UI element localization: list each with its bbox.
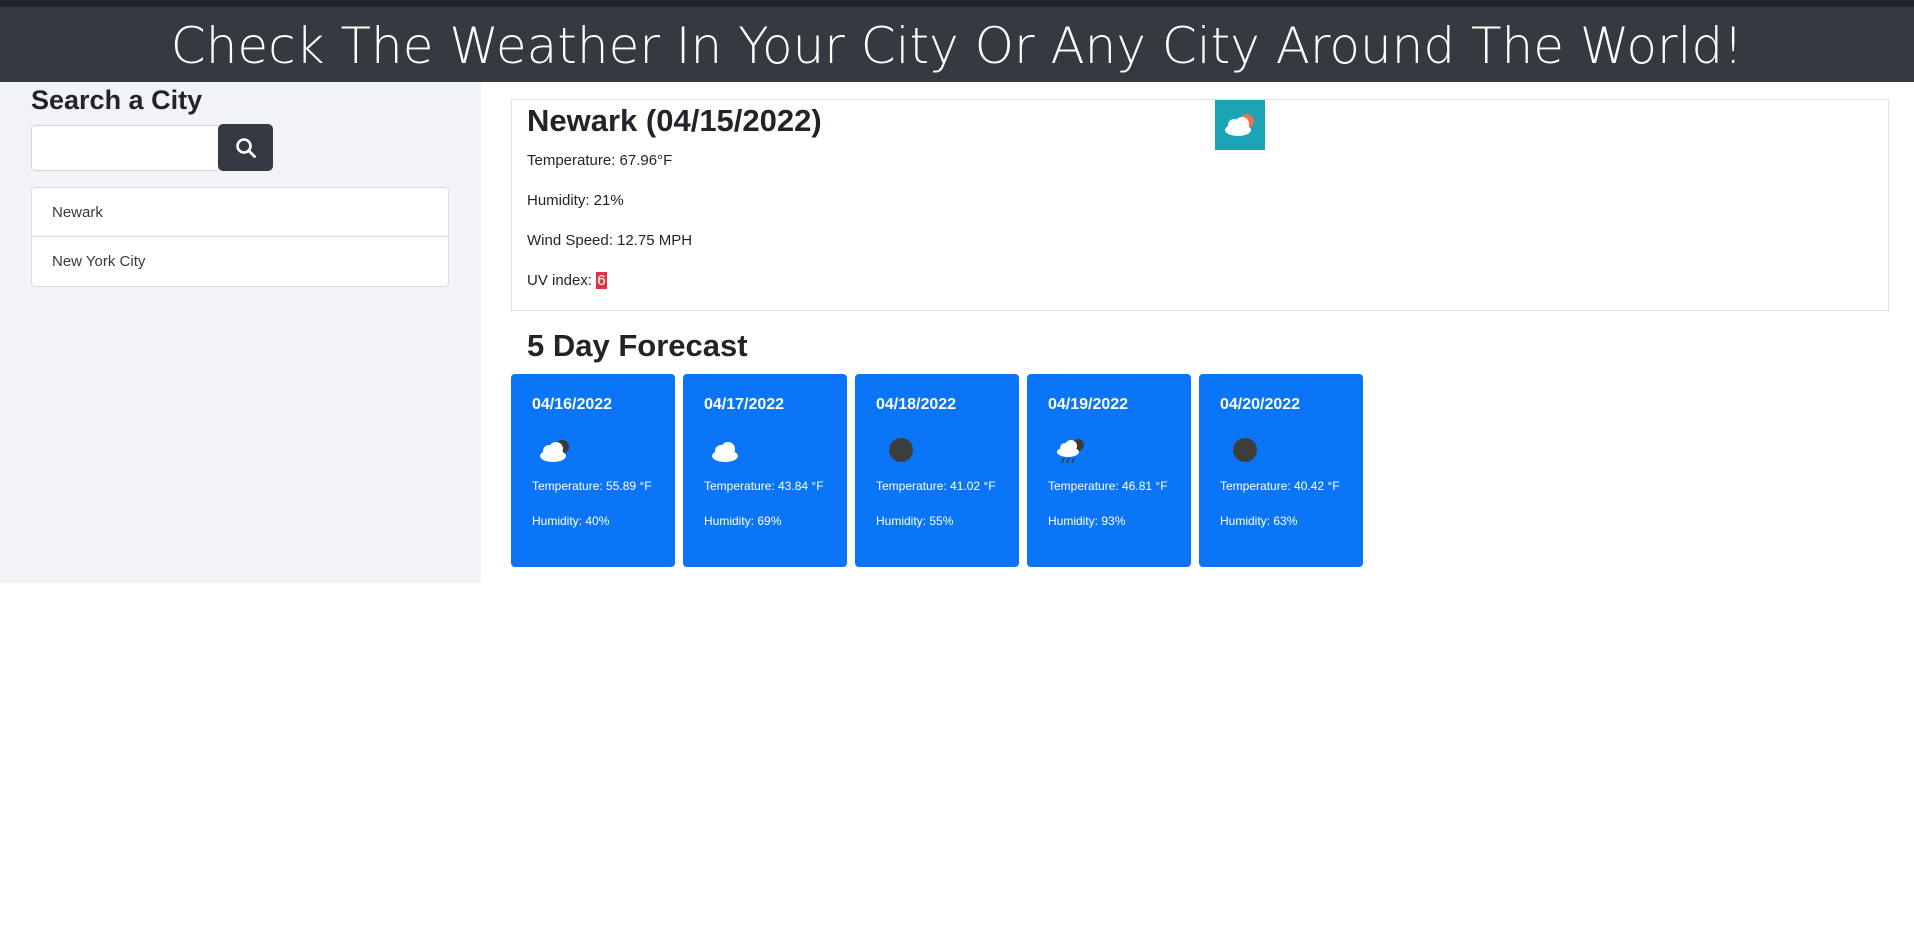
forecast-humidity: Humidity: 93% <box>1048 514 1126 528</box>
history-item-newark[interactable]: Newark <box>31 187 449 237</box>
forecast-date: 04/20/2022 <box>1220 396 1301 413</box>
uv-label: UV index: <box>527 272 597 289</box>
current-temperature: Temperature: 67.96°F <box>527 152 673 169</box>
rain-cloud-icon <box>1057 439 1084 464</box>
moon-icon <box>889 438 913 462</box>
history-item-label: Newark <box>52 203 103 221</box>
search-input[interactable] <box>31 125 218 171</box>
forecast-humidity: Humidity: 63% <box>1220 514 1298 528</box>
history-item-new-york-city[interactable]: New York City <box>31 237 449 287</box>
forecast-date: 04/18/2022 <box>876 396 957 413</box>
search-icon <box>235 137 256 158</box>
forecast-card: 04/19/2022 Temperature: 46.81 °F Humidit… <box>1027 374 1191 567</box>
forecast-card: 04/18/2022 Temperature: 41.02 °F Humidit… <box>855 374 1019 567</box>
cloud-sun-icon <box>1225 114 1254 136</box>
forecast-temperature: Temperature: 40.42 °F <box>1220 479 1340 493</box>
forecast-title: 5 Day Forecast <box>527 328 748 363</box>
forecast-card: 04/17/2022 Temperature: 43.84 °F Humidit… <box>683 374 847 567</box>
page-header: Check The Weather In Your City Or Any Ci… <box>0 0 1914 82</box>
forecast-temperature: Temperature: 43.84 °F <box>704 479 824 493</box>
forecast-date: 04/17/2022 <box>704 396 785 413</box>
forecast-temperature: Temperature: 41.02 °F <box>876 479 996 493</box>
forecast-temperature: Temperature: 46.81 °F <box>1048 479 1168 493</box>
sidebar: Search a City Newark New York City <box>0 82 481 583</box>
current-humidity: Humidity: 21% <box>527 192 624 209</box>
current-weather-icon <box>1215 100 1265 150</box>
forecast-humidity: Humidity: 40% <box>532 514 610 528</box>
search-heading: Search a City <box>31 85 203 115</box>
current-weather-card: Newark (04/15/2022) Temperature: 67.96°F… <box>511 99 1889 311</box>
forecast-humidity: Humidity: 69% <box>704 514 782 528</box>
forecast-humidity: Humidity: 55% <box>876 514 954 528</box>
forecast-temperature: Temperature: 55.89 °F <box>532 479 652 493</box>
page-title: Check The Weather In Your City Or Any Ci… <box>170 16 1744 75</box>
forecast-card: 04/16/2022 Temperature: 55.89 °F Humidit… <box>511 374 675 567</box>
current-wind-speed: Wind Speed: 12.75 MPH <box>527 232 693 249</box>
forecast-card: 04/20/2022 Temperature: 40.42 °F Humidit… <box>1199 374 1363 567</box>
search-button[interactable] <box>218 124 273 171</box>
moon-icon <box>1233 438 1257 462</box>
current-uv-index: UV index: 6 <box>527 272 607 289</box>
current-city-title: Newark (04/15/2022) <box>527 103 822 138</box>
search-history-list: Newark New York City <box>31 187 449 287</box>
forecast-date: 04/16/2022 <box>532 396 613 413</box>
history-item-label: New York City <box>52 253 146 270</box>
cloud-icon <box>540 440 569 462</box>
uv-value-badge: 6 <box>596 272 607 289</box>
cloud-icon <box>712 442 738 462</box>
forecast-date: 04/19/2022 <box>1048 396 1129 413</box>
